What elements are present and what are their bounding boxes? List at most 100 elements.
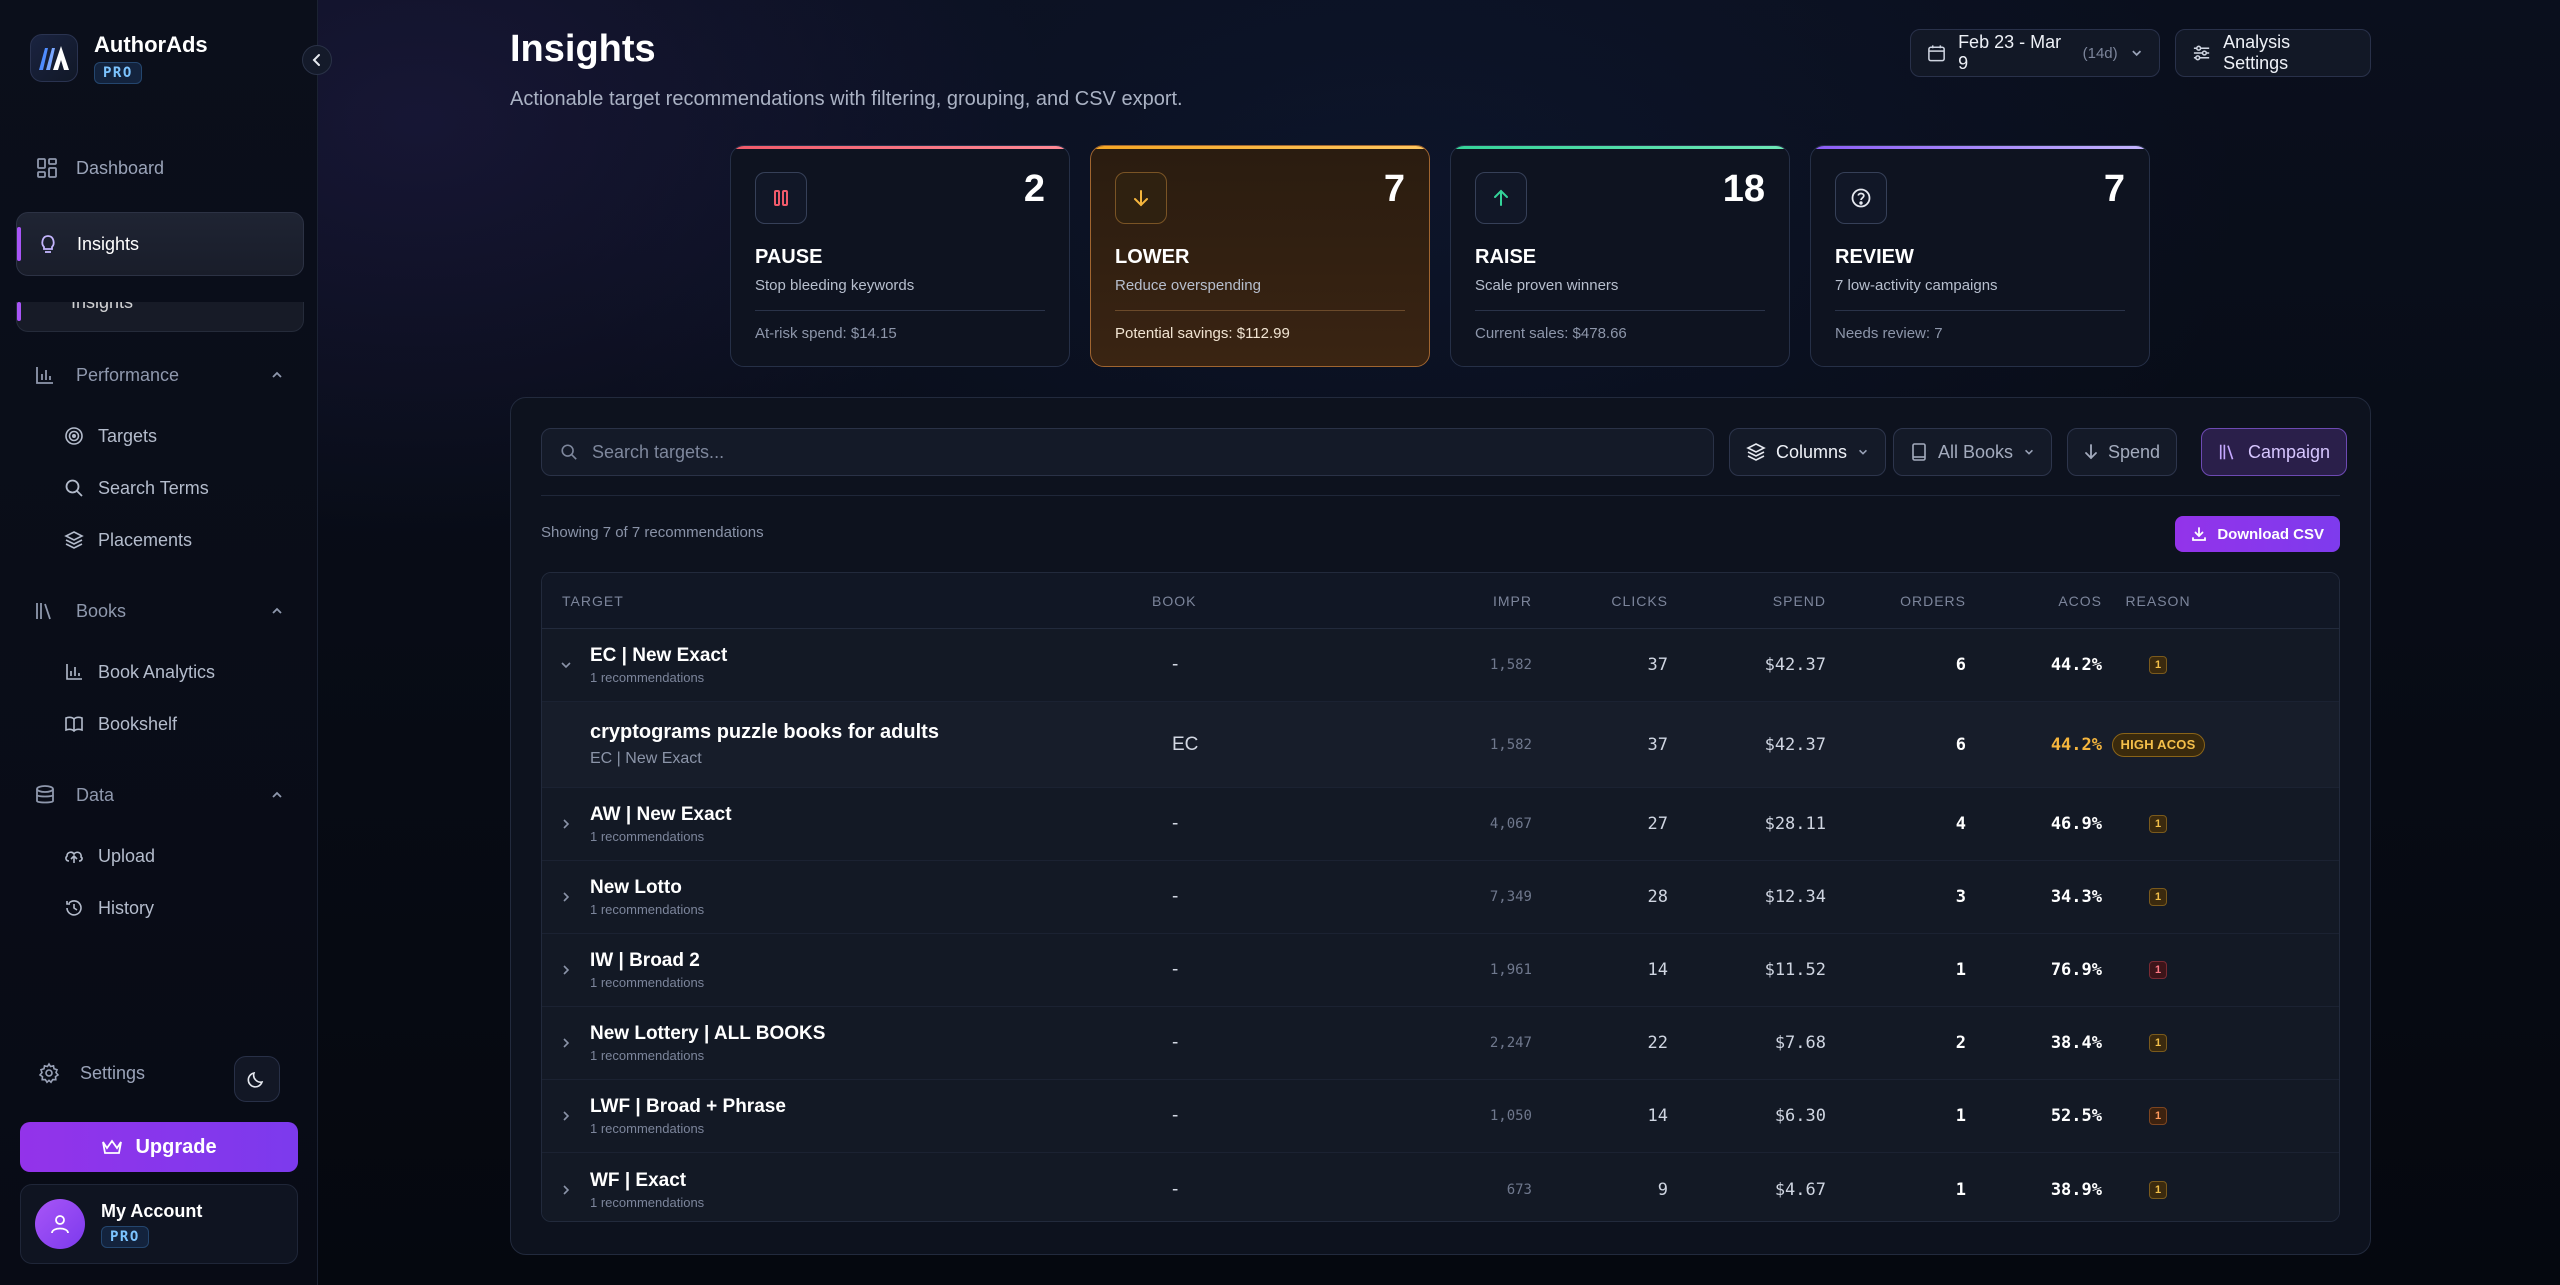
chevron-left-icon [312,54,320,66]
sidebar-item-history[interactable]: History [64,890,154,926]
header-clicks[interactable]: CLICKS [1532,593,1668,609]
chevron-right-icon [563,1038,570,1048]
stat-card-raise[interactable]: 18 RAISE Scale proven winners Current sa… [1450,145,1790,367]
header-book[interactable]: BOOK [1122,593,1402,609]
search-icon [561,444,577,460]
avatar [35,1199,85,1249]
sidebar-item-upload[interactable]: Upload [64,838,155,874]
expand-toggle[interactable] [542,817,590,831]
table-row[interactable]: LWF | Broad + Phrase 1 recommendations - … [542,1080,2339,1153]
search-box[interactable] [541,428,1714,476]
brand-name: AuthorAds [94,32,208,57]
columns-button[interactable]: Columns [1729,428,1887,476]
download-csv-button[interactable]: Download CSV [2175,516,2340,552]
header-reason[interactable]: REASON [2102,593,2214,609]
sidebar-item-label: Insights [77,233,140,254]
date-range-picker[interactable]: Feb 23 - Mar 9 (14d) [1910,29,2160,77]
group-by-campaign-button[interactable]: Campaign [2201,428,2348,476]
sidebar-item-bookshelf[interactable]: Bookshelf [64,706,177,742]
search-input[interactable] [592,441,1713,463]
brand[interactable]: AuthorAds PRO [30,32,208,84]
table-row[interactable]: WF | Exact 1 recommendations - 673 9 $4.6… [542,1153,2339,1221]
books-filter-dropdown[interactable]: All Books [1893,428,2053,476]
acos-cell: 76.9% [2050,960,2102,980]
chevron-up-icon [272,371,282,378]
header-spend[interactable]: SPEND [1668,593,1826,609]
gear-icon [38,1062,60,1084]
stat-footnote: Current sales: $478.66 [1475,325,1627,342]
header-orders[interactable]: ORDERS [1826,593,1966,609]
target-name: cryptograms puzzle books for adults [590,721,939,743]
impr-cell: 7,349 [1489,889,1532,905]
header-acos[interactable]: ACOS [1966,593,2102,609]
impr-cell: 1,582 [1489,657,1532,673]
expand-toggle[interactable] [542,890,590,904]
sidebar-section-data[interactable]: Data [34,775,284,815]
campaign-name: LWF | Broad + Phrase [590,1096,786,1117]
account-card[interactable]: My Account PRO [20,1184,298,1264]
stat-card-lower[interactable]: 7 LOWER Reduce overspending Potential sa… [1090,145,1430,367]
chevron-right-icon [563,1184,570,1195]
expand-toggle[interactable] [542,1109,590,1123]
theme-toggle-button[interactable] [234,1056,280,1102]
sidebar-item-search-terms[interactable]: Search Terms [64,470,209,506]
book-cell: - [1172,959,1179,980]
recommendation-count: 1 recommendations [590,1194,705,1210]
upgrade-button[interactable]: Upgrade [20,1122,298,1172]
library-icon [2219,444,2234,460]
date-range-days: (14d) [2082,44,2118,62]
sidebar-item-label: Search Terms [98,477,209,498]
impr-cell: 1,961 [1489,962,1532,978]
reason-badge: 1 [2149,888,2167,906]
recommendation-count: 1 recommendations [590,902,705,917]
chevron-down-icon [561,662,571,669]
expand-toggle[interactable] [542,963,590,977]
layers-icon [64,531,84,549]
stat-card-review[interactable]: 7 REVIEW 7 low-activity campaigns Needs … [1810,145,2150,367]
expand-toggle[interactable] [542,1036,590,1050]
clicks-cell: 14 [1647,960,1668,980]
sidebar-item-book-analytics[interactable]: Book Analytics [64,654,215,690]
sidebar-item-dashboard[interactable]: Dashboard [16,136,304,200]
clicks-cell: 28 [1647,887,1668,907]
recommendation-count: 1 recommendations [590,1048,705,1063]
table-row[interactable]: cryptograms puzzle books for adults EC | … [542,702,2339,788]
sidebar-item-placements[interactable]: Placements [64,522,192,558]
header-impr[interactable]: IMPR [1402,593,1532,609]
sidebar-section-performance[interactable]: Performance [34,355,284,395]
chevron-right-icon [563,1111,570,1121]
table-row[interactable]: New Lotto 1 recommendations - 7,349 28 $1… [542,861,2339,934]
sidebar-item-settings[interactable]: Settings [38,1062,145,1084]
book-cell: - [1172,1032,1179,1053]
header-target[interactable]: TARGET [562,593,1122,609]
reason-badge: 1 [2149,1180,2167,1199]
clicks-cell: 22 [1647,1033,1668,1053]
analysis-settings-button[interactable]: Analysis Settings [2175,29,2371,77]
stat-card-pause[interactable]: 2 PAUSE Stop bleeding keywords At-risk s… [730,145,1070,367]
table-row[interactable]: New Lottery | ALL BOOKS 1 recommendations… [542,1007,2339,1080]
expand-toggle[interactable] [542,1183,590,1197]
sort-spend-button[interactable]: Spend [2067,428,2178,476]
download-csv-label: Download CSV [2217,525,2324,543]
brand-logo [30,34,78,82]
acos-cell: 44.2% [2050,655,2102,675]
spend-cell: $11.52 [1764,960,1826,980]
sidebar-item-insights[interactable]: Insights [16,212,304,276]
grid-icon [37,158,57,178]
table-row[interactable]: IW | Broad 2 1 recommendations - 1,961 14… [542,934,2339,1007]
stat-footnote: Potential savings: $112.99 [1115,325,1290,342]
cloud-upload-icon [65,851,83,863]
table-row[interactable]: AW | New Exact 1 recommendations - 4,067 … [542,788,2339,861]
sidebar-section-books[interactable]: Books [34,591,284,631]
orders-cell: 1 [1955,960,1966,980]
book-open-icon [65,716,83,733]
question-icon [1835,172,1887,224]
expand-toggle[interactable] [542,658,590,672]
table-row[interactable]: EC | New Exact 1 recommendations - 1,582 … [542,629,2339,702]
reason-badge: 1 [2149,815,2167,833]
stat-description: Reduce overspending [1115,277,1261,294]
orders-cell: 6 [1955,655,1966,675]
collapse-sidebar-button[interactable] [302,45,332,75]
reason-badge: HIGH ACOS [2111,732,2205,757]
sidebar-item-targets[interactable]: Targets [64,418,157,454]
